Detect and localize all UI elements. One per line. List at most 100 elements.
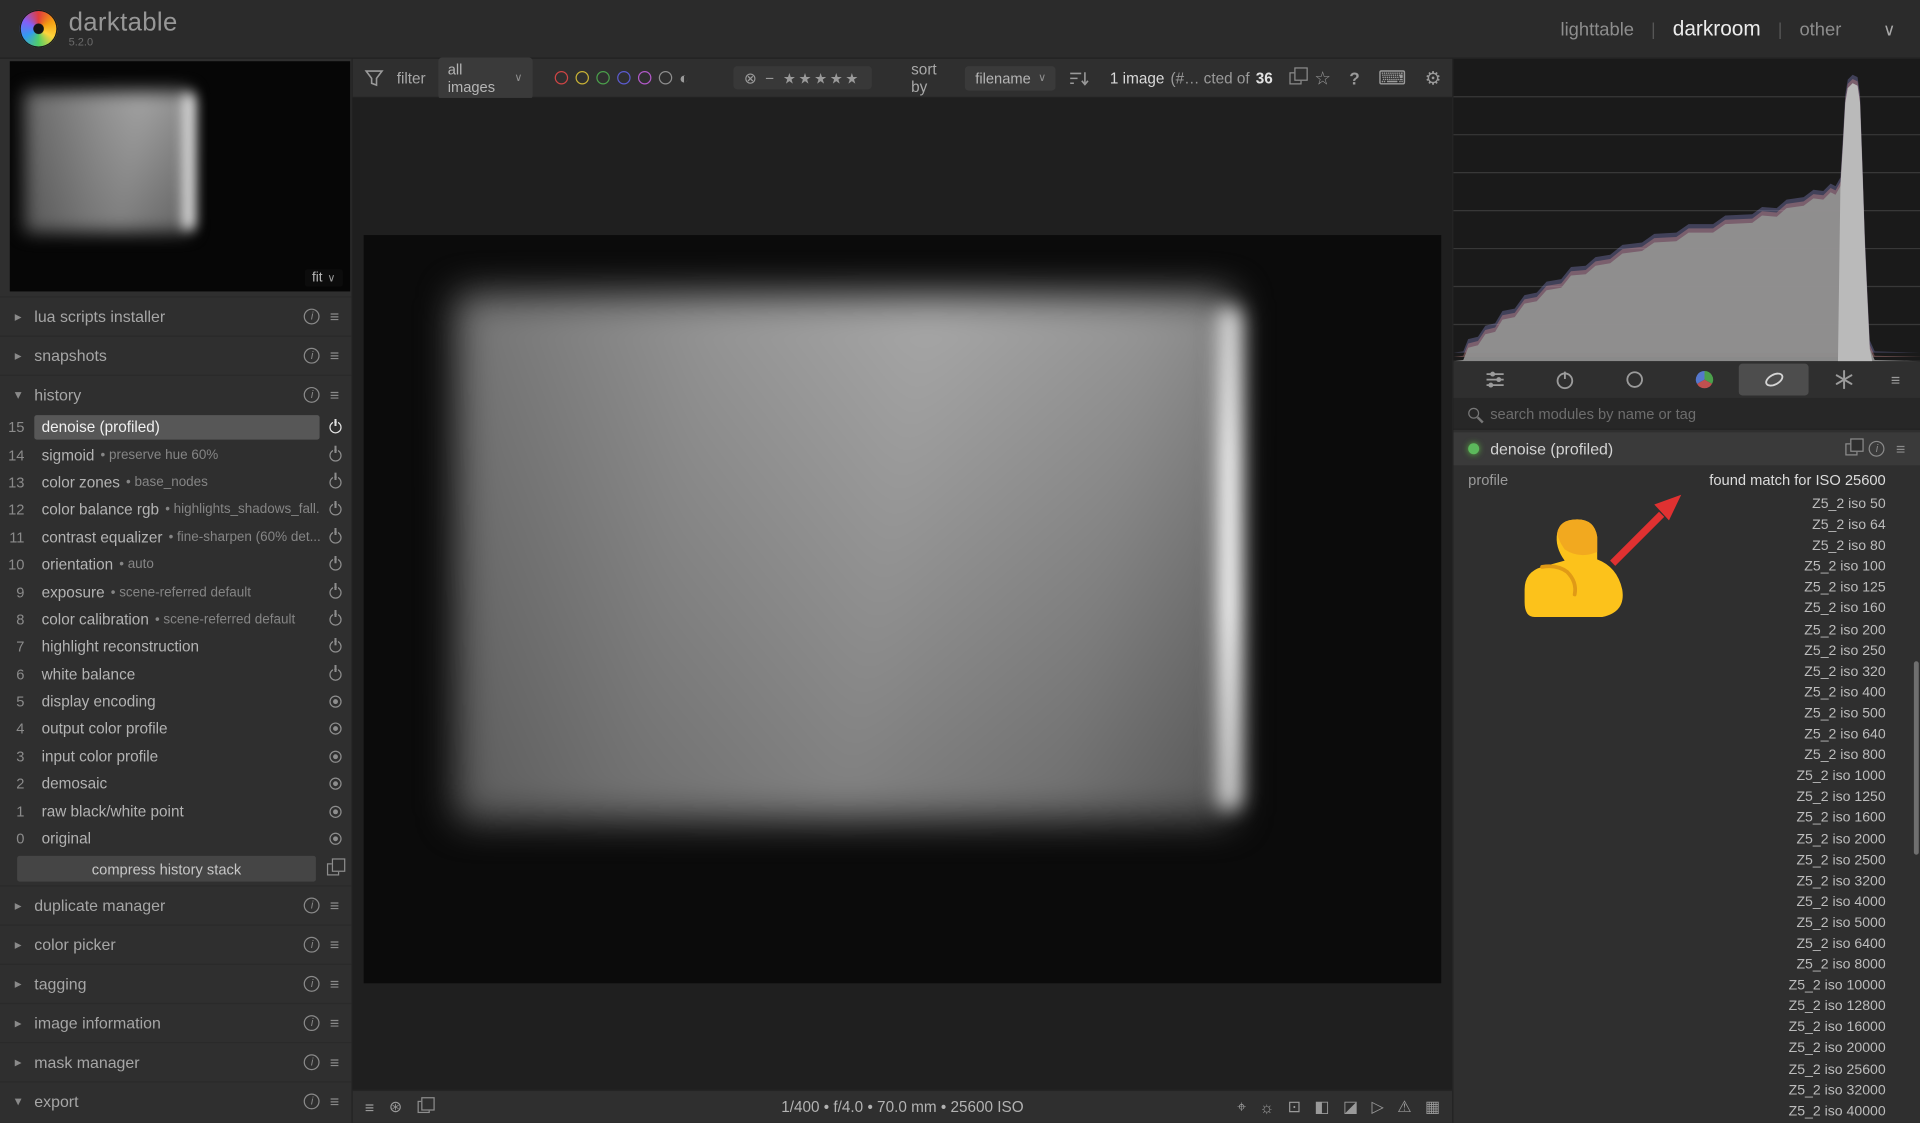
- left-module-header[interactable]: ▸ duplicate manager i ≡: [0, 886, 351, 925]
- presets-menu-icon[interactable]: ≡: [330, 975, 339, 993]
- module-enable-icon[interactable]: [329, 833, 341, 845]
- module-enable-icon[interactable]: [329, 696, 341, 708]
- profile-option[interactable]: Z5_2 iso 125: [1453, 578, 1920, 599]
- left-module-header[interactable]: ▾ export i ≡: [0, 1082, 351, 1121]
- duplicates-icon[interactable]: [417, 1101, 429, 1113]
- left-module-header[interactable]: ▸ tagging i ≡: [0, 964, 351, 1003]
- base-group-tab-circle-icon[interactable]: [1600, 364, 1670, 396]
- sort-direction-icon[interactable]: [1068, 68, 1090, 88]
- module-enable-icon[interactable]: [329, 586, 341, 598]
- groups-presets-menu-icon[interactable]: ≡: [1878, 370, 1912, 388]
- presets-menu-icon[interactable]: ≡: [365, 1098, 374, 1116]
- denoise-module-header[interactable]: denoise (profiled) i ≡: [1453, 432, 1920, 465]
- collection-copies-icon[interactable]: [1290, 72, 1302, 84]
- star-outline-icon[interactable]: ☆: [1314, 67, 1330, 89]
- profile-option[interactable]: Z5_2 iso 4000: [1453, 892, 1920, 913]
- info-icon[interactable]: i: [304, 898, 320, 914]
- color-label-gray[interactable]: [658, 71, 671, 84]
- overexposure-warning-icon[interactable]: ⚠: [1397, 1097, 1411, 1117]
- profile-option[interactable]: Z5_2 iso 1600: [1453, 809, 1920, 830]
- profile-option[interactable]: Z5_2 iso 10000: [1453, 976, 1920, 997]
- profile-option[interactable]: Z5_2 iso 200: [1453, 620, 1920, 641]
- presets-menu-icon[interactable]: ≡: [330, 347, 339, 365]
- profile-option[interactable]: Z5_2 iso 100: [1453, 557, 1920, 578]
- profile-option[interactable]: Z5_2 iso 16000: [1453, 1018, 1920, 1039]
- guides-grid-icon[interactable]: ▦: [1425, 1097, 1440, 1117]
- module-enable-icon[interactable]: [329, 531, 341, 543]
- active-modules-tab-power-icon[interactable]: [1530, 364, 1600, 396]
- rating-stars[interactable]: ★★★★★: [783, 69, 861, 86]
- history-item[interactable]: 0 original: [0, 825, 351, 852]
- color-label-half-icon[interactable]: ◐: [679, 69, 689, 87]
- info-icon[interactable]: i: [304, 309, 320, 325]
- history-item[interactable]: 14 sigmoid • preserve hue 60%: [0, 441, 351, 468]
- history-item[interactable]: 6 white balance: [0, 661, 351, 688]
- history-item[interactable]: 4 output color profile: [0, 715, 351, 742]
- color-label-purple[interactable]: [638, 71, 651, 84]
- module-enable-icon[interactable]: [329, 778, 341, 790]
- profile-option[interactable]: Z5_2 iso 800: [1453, 746, 1920, 767]
- history-item[interactable]: 10 orientation • auto: [0, 551, 351, 578]
- module-enable-icon[interactable]: [329, 723, 341, 735]
- softproof-icon[interactable]: ▷: [1371, 1097, 1383, 1117]
- profile-option[interactable]: Z5_2 iso 50: [1453, 495, 1920, 516]
- presets-menu-icon[interactable]: ≡: [1896, 440, 1905, 458]
- info-icon[interactable]: i: [304, 1094, 320, 1110]
- profile-option[interactable]: Z5_2 iso 250: [1453, 641, 1920, 662]
- left-module-header[interactable]: ▸ snapshots i ≡: [0, 336, 351, 375]
- module-power-on-icon[interactable]: [1468, 443, 1479, 454]
- view-other[interactable]: other: [1799, 19, 1841, 40]
- module-enable-icon[interactable]: [329, 613, 341, 625]
- view-lighttable[interactable]: lighttable: [1560, 19, 1634, 40]
- module-enable-icon[interactable]: [329, 421, 341, 433]
- gamut-check-icon[interactable]: ◪: [1343, 1097, 1358, 1117]
- profile-option[interactable]: Z5_2 iso 25600: [1453, 1060, 1920, 1081]
- history-item[interactable]: 9 exposure • scene-referred default: [0, 578, 351, 605]
- help-icon[interactable]: ?: [1349, 68, 1359, 88]
- history-item[interactable]: 1 raw black/white point: [0, 798, 351, 825]
- presets-menu-icon[interactable]: ≡: [330, 386, 339, 404]
- history-item[interactable]: 8 color calibration • scene-referred def…: [0, 606, 351, 633]
- preferences-gear-icon[interactable]: ⚙: [1425, 67, 1441, 89]
- presets-menu-icon[interactable]: ≡: [330, 897, 339, 915]
- color-label-red[interactable]: [554, 71, 567, 84]
- presets-menu-icon[interactable]: ≡: [330, 936, 339, 954]
- profile-option[interactable]: Z5_2 iso 320: [1453, 662, 1920, 683]
- crop-guides-icon[interactable]: ⊡: [1288, 1097, 1301, 1117]
- profile-option[interactable]: Z5_2 iso 3200: [1453, 871, 1920, 892]
- main-image[interactable]: [364, 235, 1442, 983]
- presets-menu-icon[interactable]: ≡: [330, 1053, 339, 1071]
- profile-option[interactable]: Z5_2 iso 8000: [1453, 955, 1920, 976]
- history-item[interactable]: 7 highlight reconstruction: [0, 633, 351, 660]
- correct-group-tab-loop-icon[interactable]: [1739, 364, 1809, 396]
- history-item[interactable]: 2 demosaic: [0, 770, 351, 797]
- info-icon[interactable]: i: [304, 937, 320, 953]
- profile-option[interactable]: Z5_2 iso 64: [1453, 516, 1920, 537]
- left-module-header[interactable]: ▸ lua scripts installer i ≡: [0, 296, 351, 335]
- rating-dash-icon[interactable]: −: [765, 69, 774, 86]
- effect-group-tab-asterisk-icon[interactable]: [1809, 364, 1879, 396]
- keyboard-shortcuts-icon[interactable]: ⌨: [1378, 66, 1406, 90]
- preview-zoom-dropdown[interactable]: fit ∨: [305, 269, 343, 286]
- profile-combobox[interactable]: profile found match for ISO 25600: [1453, 465, 1920, 494]
- sort-field-dropdown[interactable]: filename ∨: [965, 66, 1056, 90]
- profile-option[interactable]: Z5_2 iso 40000: [1453, 1102, 1920, 1123]
- iso12646-lamp-icon[interactable]: ☼: [1260, 1098, 1275, 1116]
- profile-option[interactable]: Z5_2 iso 500: [1453, 704, 1920, 725]
- histogram[interactable]: [1453, 59, 1920, 361]
- module-enable-icon[interactable]: [329, 750, 341, 762]
- history-item[interactable]: 11 contrast equalizer • fine-sharpen (60…: [0, 524, 351, 551]
- multi-instance-icon[interactable]: [1846, 443, 1858, 455]
- presets-menu-icon[interactable]: ≡: [330, 1093, 339, 1111]
- create-style-icon[interactable]: [327, 863, 339, 875]
- profile-option[interactable]: Z5_2 iso 160: [1453, 599, 1920, 620]
- module-enable-icon[interactable]: [329, 805, 341, 817]
- left-module-header[interactable]: ▸ image information i ≡: [0, 1003, 351, 1042]
- color-label-yellow[interactable]: [575, 71, 588, 84]
- profile-option[interactable]: Z5_2 iso 32000: [1453, 1081, 1920, 1102]
- quick-access-panel-icon[interactable]: [1461, 364, 1531, 396]
- panel-scrollbar[interactable]: [1914, 661, 1919, 854]
- profile-option[interactable]: Z5_2 iso 640: [1453, 725, 1920, 746]
- profile-option[interactable]: Z5_2 iso 5000: [1453, 913, 1920, 934]
- color-group-tab-colorwheel-icon[interactable]: [1670, 364, 1740, 396]
